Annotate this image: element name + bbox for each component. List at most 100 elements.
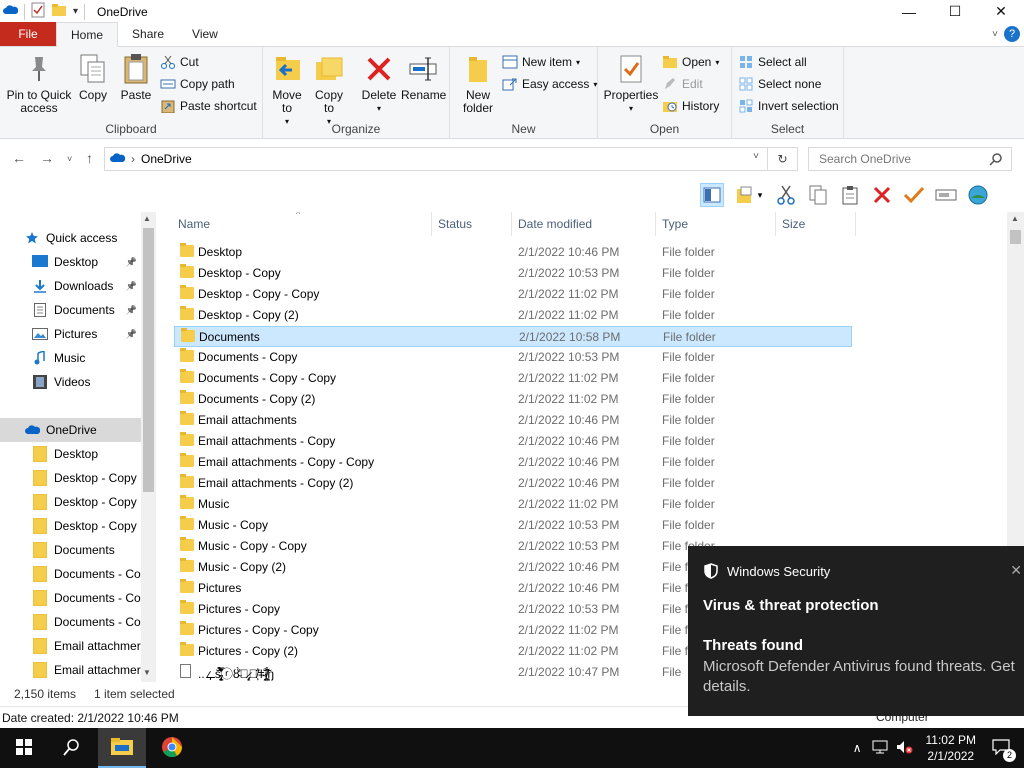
breadcrumb-onedrive[interactable]: OneDrive (141, 152, 192, 166)
file-row[interactable]: Email attachments - Copy 2/1/2022 10:46 P… (174, 431, 852, 452)
clipboard-icon[interactable] (838, 183, 862, 207)
file-row[interactable]: Music - Copy 2/1/2022 10:53 PM File folder (174, 515, 852, 536)
copy-to-button[interactable]: Copy to ▾ (311, 53, 347, 128)
nav-item-music[interactable]: Music (0, 346, 141, 370)
help-icon[interactable]: ? (1004, 26, 1020, 42)
file-row[interactable]: Music 2/1/2022 11:02 PM File folder (174, 494, 852, 515)
delete-x-icon[interactable] (870, 183, 894, 207)
column-header-date-modified[interactable]: Date modified (512, 212, 656, 236)
open-button[interactable]: Open ▾ (662, 52, 719, 72)
scroll-up-arrow-icon[interactable]: ▲ (143, 214, 151, 223)
file-row[interactable]: Email attachments 2/1/2022 10:46 PM File f… (174, 410, 852, 431)
tab-view[interactable]: View (178, 22, 232, 46)
up-arrow-icon[interactable]: ↑ (86, 150, 93, 166)
new-item-button[interactable]: New item ▾ (502, 52, 580, 72)
file-row[interactable]: Desktop - Copy - Copy 2/1/2022 11:02 PM Fi… (174, 284, 852, 305)
new-folder-qat-icon[interactable] (51, 3, 67, 20)
close-button[interactable]: ✕ (978, 0, 1024, 23)
notifications-icon[interactable]: 2 (992, 738, 1016, 762)
scroll-down-arrow-icon[interactable]: ▼ (143, 668, 151, 677)
network-icon[interactable] (872, 740, 888, 757)
file-explorer-taskbar-button[interactable] (98, 728, 146, 768)
rename-button[interactable]: Rename (401, 53, 446, 102)
nav-scrollbar[interactable]: ▲ ▼ (141, 212, 156, 682)
properties-button[interactable]: Properties ▾ (602, 53, 660, 115)
tab-share[interactable]: Share (118, 22, 178, 46)
nav-item-onedrive[interactable]: OneDrive (0, 418, 141, 442)
checkmark-icon[interactable] (902, 183, 926, 207)
tab-home[interactable]: Home (56, 22, 119, 47)
nav-item-desktop-copy[interactable]: Desktop - Copy (0, 490, 141, 514)
nav-item-documents-co[interactable]: Documents - Co (0, 610, 141, 634)
nav-scroll-thumb[interactable] (143, 228, 154, 492)
nav-item-downloads[interactable]: Downloads 📌 (0, 274, 141, 298)
edit-button[interactable]: Edit (662, 74, 703, 94)
file-row[interactable]: Documents - Copy 2/1/2022 10:53 PM File fo… (174, 347, 852, 368)
refresh-icon[interactable]: ↻ (768, 147, 798, 171)
search-input[interactable]: Search OneDrive (808, 147, 1012, 171)
volume-muted-icon[interactable] (896, 740, 914, 757)
nav-item-videos[interactable]: Videos (0, 370, 141, 394)
minimize-ribbon-icon[interactable]: ˅ (992, 29, 998, 40)
nav-item-quick-access[interactable]: Quick access (0, 226, 141, 250)
globe-icon[interactable] (966, 183, 990, 207)
cut-button[interactable]: Cut (160, 52, 199, 72)
history-button[interactable]: History (662, 96, 719, 116)
nav-item-email-attachmer[interactable]: Email attachmer (0, 634, 141, 658)
copy-button[interactable]: Copy (76, 53, 110, 102)
file-row[interactable]: Documents - Copy - Copy 2/1/2022 11:02 PM… (174, 368, 852, 389)
folder-options-icon[interactable]: ▾ (732, 183, 766, 207)
column-header-name[interactable]: Name (172, 212, 432, 236)
move-to-button[interactable]: Move to ▾ (269, 53, 305, 128)
address-dropdown-icon[interactable]: ˅ (753, 151, 759, 162)
start-button[interactable] (0, 728, 48, 768)
recent-locations-icon[interactable]: ˅ (67, 154, 72, 164)
qat-dropdown-icon[interactable]: ▾ (73, 6, 78, 17)
column-header-size[interactable]: Size (776, 212, 856, 236)
forward-arrow-icon[interactable]: → (40, 150, 54, 166)
nav-item-documents[interactable]: Documents 📌 (0, 298, 141, 322)
column-header-status[interactable]: Status (432, 212, 512, 236)
select-all-button[interactable]: Select all (738, 52, 807, 72)
maximize-button[interactable]: ☐ (932, 0, 978, 23)
scroll-up-arrow-icon[interactable]: ▲ (1011, 214, 1019, 223)
invert-selection-button[interactable]: Invert selection (738, 96, 839, 116)
copy-icon[interactable] (806, 183, 830, 207)
copy-path-button[interactable]: Copy path (160, 74, 235, 94)
easy-access-button[interactable]: Easy access ▾ (502, 74, 597, 94)
properties-qat-icon[interactable] (31, 2, 45, 21)
new-folder-button[interactable]: New folder (458, 53, 498, 115)
nav-item-desktop[interactable]: Desktop 📌 (0, 250, 141, 274)
address-bar[interactable]: › OneDrive ˅ (104, 147, 768, 171)
file-row[interactable]: Desktop - Copy (2) 2/1/2022 11:02 PM File … (174, 305, 852, 326)
nav-item-email-attachmer[interactable]: Email attachmer (0, 658, 141, 682)
nav-item-documents[interactable]: Documents (0, 538, 141, 562)
tab-file[interactable]: File (0, 22, 56, 46)
file-row[interactable]: Email attachments - Copy - Copy 2/1/2022 … (174, 452, 852, 473)
show-hidden-icons-icon[interactable]: ∧ (853, 741, 862, 755)
rename-icon[interactable] (934, 183, 958, 207)
chrome-taskbar-button[interactable] (148, 728, 196, 768)
windows-security-notification[interactable]: Windows Security ✕ Virus & threat protec… (688, 546, 1024, 716)
file-row[interactable]: Desktop 2/1/2022 10:46 PM File folder (174, 242, 852, 263)
file-row[interactable]: Email attachments - Copy (2) 2/1/2022 10:… (174, 473, 852, 494)
nav-item-pictures[interactable]: Pictures 📌 (0, 322, 141, 346)
nav-item-documents-co[interactable]: Documents - Co (0, 586, 141, 610)
minimize-button[interactable]: — (886, 0, 932, 23)
search-button[interactable] (48, 728, 96, 768)
nav-item-desktop[interactable]: Desktop (0, 442, 141, 466)
file-row[interactable]: Desktop - Copy 2/1/2022 10:53 PM File fold… (174, 263, 852, 284)
preview-pane-icon[interactable] (700, 183, 724, 207)
notification-close-icon[interactable]: ✕ (1010, 562, 1022, 579)
column-header-type[interactable]: Type (656, 212, 776, 236)
paste-button[interactable]: Paste (118, 53, 154, 102)
nav-item-desktop-copy[interactable]: Desktop - Copy (0, 466, 141, 490)
taskbar-clock[interactable]: 11:02 PM 2/1/2022 (926, 732, 976, 764)
select-none-button[interactable]: Select none (738, 74, 821, 94)
scissors-icon[interactable] (774, 183, 798, 207)
nav-item-documents-co[interactable]: Documents - Co (0, 562, 141, 586)
paste-shortcut-button[interactable]: Paste shortcut (160, 96, 257, 116)
back-arrow-icon[interactable]: ← (12, 150, 26, 166)
delete-button[interactable]: Delete ▾ (359, 53, 399, 115)
file-row[interactable]: Documents - Copy (2) 2/1/2022 11:02 PM Fil… (174, 389, 852, 410)
